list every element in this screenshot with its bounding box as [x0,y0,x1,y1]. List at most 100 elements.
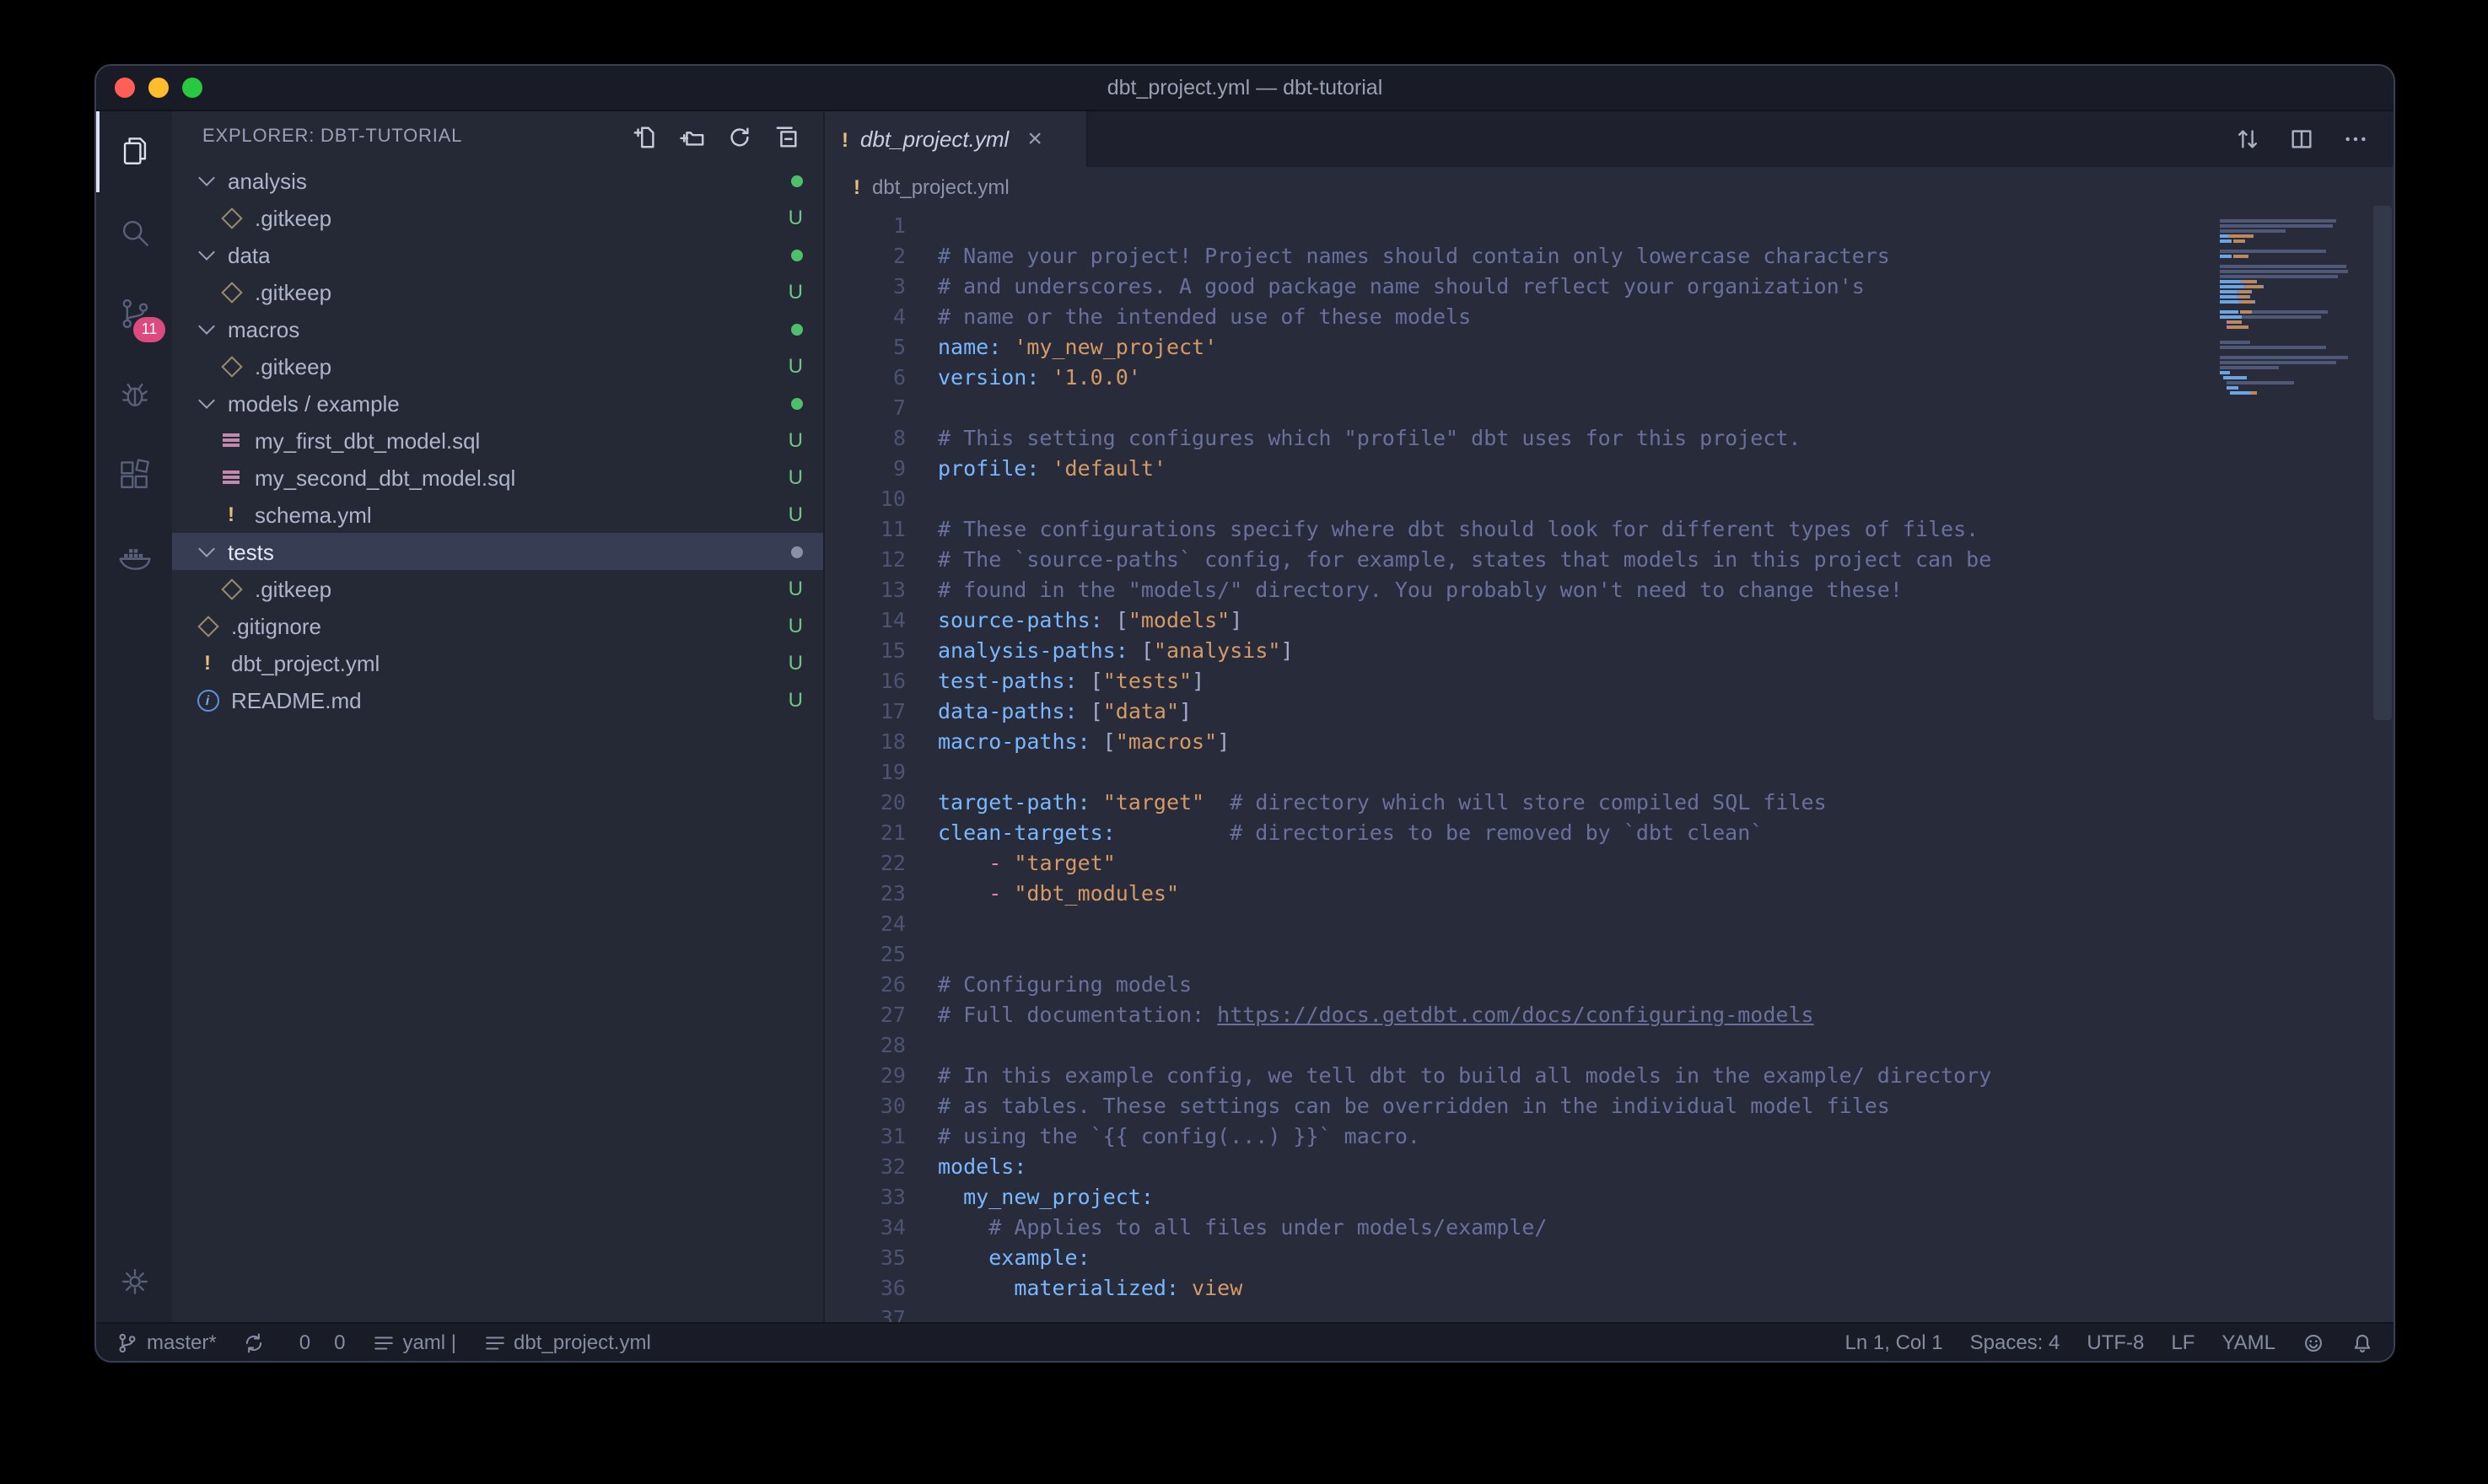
code-line[interactable]: source-paths: ["models"] [938,605,2394,636]
problems-indicator[interactable]: 0 0 [293,1331,346,1354]
activity-debug-button[interactable] [96,354,172,435]
code-line[interactable] [938,909,2394,939]
code-line[interactable] [938,939,2394,970]
tree-item-gitkeep[interactable]: .gitkeepU [172,570,823,607]
code-line[interactable]: # The `source-paths` config, for example… [938,545,2394,575]
language-mode[interactable]: YAML [2221,1331,2275,1354]
breadcrumb[interactable]: ! dbt_project.yml [825,167,2394,206]
code-line[interactable]: # using the `{{ config(...) }}` macro. [938,1121,2394,1152]
sync-button[interactable] [244,1331,266,1353]
code-line[interactable]: macro-paths: ["macros"] [938,727,2394,757]
code-line[interactable]: profile: 'default' [938,454,2394,484]
tree-item-gitkeep[interactable]: .gitkeepU [172,347,823,384]
branch-indicator[interactable]: master* [116,1331,217,1354]
encoding-setting[interactable]: UTF-8 [2087,1331,2144,1354]
code-line[interactable]: # In this example config, we tell dbt to… [938,1061,2394,1091]
code-line[interactable]: # Full documentation: https://docs.getdb… [938,1000,2394,1030]
code-line[interactable]: # Configuring models [938,970,2394,1000]
code-line[interactable]: clean-targets: # directories to be remov… [938,818,2394,848]
feedback-button[interactable] [2302,1331,2324,1353]
code-lines[interactable]: # Name your project! Project names shoul… [906,211,2394,1322]
code-line[interactable]: # These configurations specify where dbt… [938,514,2394,545]
tab-dbt-project-yml[interactable]: ! dbt_project.yml × [825,111,1088,167]
line-number: 17 [825,696,906,727]
tree-item-my-second-dbt-model-sql[interactable]: my_second_dbt_model.sqlU [172,459,823,496]
activity-source-control-button[interactable]: 11 [96,273,172,354]
code-line[interactable]: - "target" [938,848,2394,879]
settings-gear-button[interactable] [96,1241,172,1322]
git-branch-icon [116,1331,138,1353]
code-line[interactable]: # found in the "models/" directory. You … [938,575,2394,605]
minimap[interactable] [2220,214,2365,401]
tree-item-models-example[interactable]: models / example [172,384,823,422]
activity-docker-button[interactable] [96,516,172,597]
tree-item-analysis[interactable]: analysis [172,162,823,199]
tree-item-data[interactable]: data [172,236,823,273]
activity-search-button[interactable] [96,192,172,273]
code-line[interactable]: # name or the intended use of these mode… [938,302,2394,332]
code-line[interactable]: models: [938,1152,2394,1182]
line-number: 4 [825,302,906,332]
tree-item-label: .gitkeep [255,205,331,230]
code-line[interactable] [938,393,2394,423]
indentation-setting[interactable]: Spaces: 4 [1970,1331,2060,1354]
line-number: 26 [825,970,906,1000]
tree-item-schema-yml[interactable]: !schema.ymlU [172,496,823,533]
code-line[interactable]: analysis-paths: ["analysis"] [938,636,2394,666]
code-line[interactable]: materialized: view [938,1273,2394,1304]
collapse-all-icon[interactable] [774,124,800,149]
line-number: 9 [825,454,906,484]
code-line[interactable] [938,1304,2394,1322]
code-line[interactable] [938,757,2394,788]
new-file-icon[interactable] [633,124,658,149]
active-file-indicator[interactable]: dbt_project.yml [483,1331,651,1354]
code-line[interactable]: example: [938,1243,2394,1273]
git-status-badge: U [789,206,823,229]
code-line[interactable]: - "dbt_modules" [938,879,2394,909]
more-actions-icon[interactable] [2343,126,2368,152]
tree-item-dbt-project-yml[interactable]: !dbt_project.ymlU [172,644,823,681]
code-line[interactable] [938,211,2394,241]
eol-setting[interactable]: LF [2171,1331,2195,1354]
tree-item-gitkeep[interactable]: .gitkeep U [172,199,823,236]
code-line[interactable]: test-paths: ["tests"] [938,666,2394,696]
git-status-dot [791,249,823,261]
close-window-button[interactable] [115,78,135,98]
editor-scrollbar[interactable] [2372,206,2394,1322]
code-line[interactable] [938,1030,2394,1061]
activity-extensions-button[interactable] [96,435,172,516]
code-line[interactable]: my_new_project: [938,1182,2394,1212]
tree-item-my-first-dbt-model-sql[interactable]: my_first_dbt_model.sqlU [172,422,823,459]
cursor-position[interactable]: Ln 1, Col 1 [1845,1331,1943,1354]
code-line[interactable]: # Applies to all files under models/exam… [938,1212,2394,1243]
line-number: 27 [825,1000,906,1030]
tree-item-tests[interactable]: tests [172,533,823,570]
minimize-window-button[interactable] [148,78,169,98]
close-tab-icon[interactable]: × [1027,125,1042,153]
notifications-button[interactable] [2351,1331,2373,1353]
code-line[interactable]: data-paths: ["data"] [938,696,2394,727]
scm-badge: 11 [133,317,165,342]
tree-item-macros[interactable]: macros [172,310,823,347]
tree-item-readme-md[interactable]: iREADME.mdU [172,681,823,718]
activity-explorer-button[interactable] [96,111,172,192]
mode-indicator[interactable]: yaml | [372,1331,456,1354]
code-line[interactable]: # and underscores. A good package name s… [938,272,2394,302]
split-editor-icon[interactable] [2289,126,2314,152]
line-number: 32 [825,1152,906,1182]
code-line[interactable]: target-path: "target" # directory which … [938,788,2394,818]
warn-file-icon: ! [196,651,219,675]
zoom-window-button[interactable] [182,78,202,98]
code-line[interactable]: # This setting configures which "profile… [938,423,2394,454]
code-line[interactable] [938,484,2394,514]
code-line[interactable]: # Name your project! Project names shoul… [938,241,2394,272]
new-folder-icon[interactable] [680,124,705,149]
code-line[interactable]: version: '1.0.0' [938,363,2394,393]
open-changes-icon[interactable] [2235,126,2260,152]
code-line[interactable]: name: 'my_new_project' [938,332,2394,363]
code-line[interactable]: # as tables. These settings can be overr… [938,1091,2394,1121]
refresh-icon[interactable] [727,124,752,149]
tree-item-gitignore[interactable]: .gitignoreU [172,607,823,644]
tree-item-gitkeep[interactable]: .gitkeepU [172,273,823,310]
scrollbar-thumb[interactable] [2373,206,2392,719]
